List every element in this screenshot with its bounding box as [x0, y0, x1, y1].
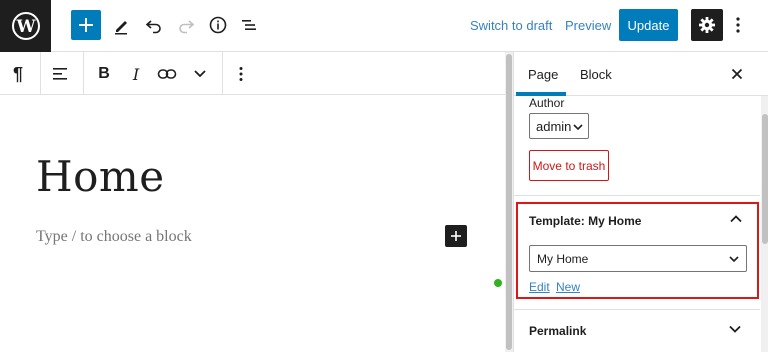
toolbar-divider — [83, 52, 84, 95]
editor-scrollbar[interactable] — [505, 52, 513, 352]
new-template-link[interactable]: New — [556, 280, 580, 294]
block-toolbar: ¶ B I — [0, 52, 505, 95]
editor-canvas[interactable]: Home Type / to choose a block — [0, 96, 505, 352]
template-panel: Template: My Home My Home Edit New — [516, 202, 759, 299]
undo-button[interactable] — [139, 10, 169, 40]
status-dot — [494, 279, 502, 287]
move-to-trash-button[interactable]: Move to trash — [529, 150, 609, 181]
gear-icon — [699, 17, 715, 33]
chevron-down-icon — [729, 256, 739, 263]
more-vertical-icon — [239, 67, 243, 81]
redo-icon — [179, 20, 195, 34]
italic-button[interactable]: I — [126, 60, 146, 88]
tools-button[interactable] — [107, 10, 137, 40]
wordpress-logo-button[interactable]: W — [0, 0, 51, 52]
wordpress-icon: W — [11, 12, 40, 40]
edit-template-link[interactable]: Edit — [529, 280, 550, 294]
chevron-down-icon — [573, 124, 583, 131]
permalink-panel-title[interactable]: Permalink — [529, 324, 586, 338]
link-icon — [157, 69, 177, 79]
more-formatting-button[interactable] — [190, 60, 210, 88]
inline-add-block-button[interactable] — [445, 225, 467, 247]
block-options-button[interactable] — [232, 60, 250, 88]
template-select-value: My Home — [537, 251, 589, 266]
align-button[interactable] — [50, 60, 72, 88]
template-select[interactable]: My Home — [529, 245, 747, 272]
toolbar-divider — [40, 52, 41, 95]
settings-sidebar: Page Block Author admin Move to trash Te… — [513, 52, 768, 352]
details-button[interactable] — [203, 10, 233, 40]
sidebar-tabs: Page Block — [514, 52, 768, 96]
align-left-icon — [53, 68, 67, 80]
template-panel-title[interactable]: Template: My Home — [529, 214, 641, 228]
tab-page[interactable]: Page — [528, 67, 558, 82]
close-icon — [731, 68, 743, 80]
settings-button[interactable] — [691, 9, 723, 41]
add-block-button[interactable] — [71, 10, 101, 40]
top-toolbar: W Switch to draft Preview Update — [0, 0, 768, 52]
plus-icon — [451, 231, 461, 241]
toolbar-divider — [222, 52, 223, 95]
sidebar-scrollbar[interactable] — [761, 96, 768, 352]
bold-button[interactable]: B — [94, 60, 114, 88]
chevron-up-icon[interactable] — [729, 212, 743, 226]
pencil-icon — [115, 21, 127, 35]
chevron-down-icon — [194, 70, 206, 78]
redo-button[interactable] — [171, 10, 201, 40]
paragraph-block-button[interactable]: ¶ — [8, 60, 28, 88]
panel-divider — [514, 309, 760, 310]
switch-to-draft-link[interactable]: Switch to draft — [470, 18, 552, 33]
plus-icon — [79, 18, 93, 32]
sidebar-scrollbar-thumb[interactable] — [762, 114, 768, 244]
undo-icon — [145, 20, 161, 34]
link-button[interactable] — [155, 60, 179, 88]
block-placeholder[interactable]: Type / to choose a block — [36, 228, 192, 246]
update-button[interactable]: Update — [619, 9, 678, 41]
more-vertical-icon — [736, 17, 740, 33]
editor-scrollbar-thumb[interactable] — [506, 54, 512, 350]
info-icon — [209, 16, 227, 34]
author-select[interactable]: admin — [529, 113, 589, 139]
author-label: Author — [529, 96, 565, 110]
list-view-button[interactable] — [234, 10, 264, 40]
options-button[interactable] — [730, 10, 746, 40]
close-sidebar-button[interactable] — [728, 65, 746, 83]
list-view-icon — [242, 20, 256, 30]
svg-text:W: W — [15, 17, 36, 37]
preview-link[interactable]: Preview — [565, 18, 611, 33]
chevron-down-icon[interactable] — [728, 322, 742, 336]
author-select-value: admin — [536, 118, 572, 134]
tab-block[interactable]: Block — [580, 67, 612, 82]
page-title[interactable]: Home — [36, 152, 165, 201]
panel-divider — [514, 195, 760, 196]
